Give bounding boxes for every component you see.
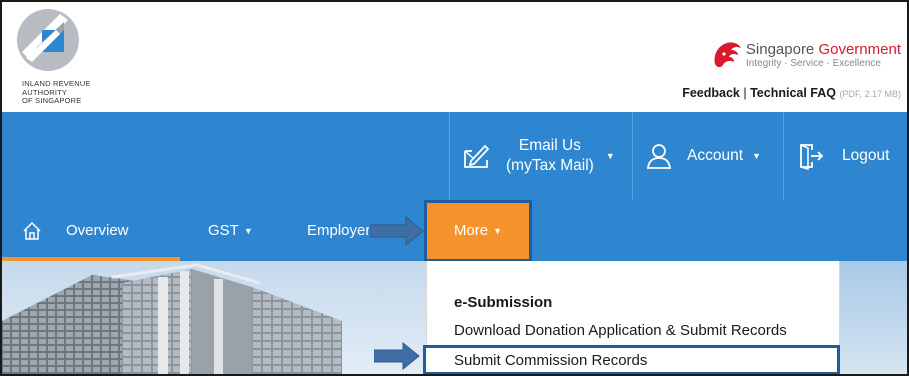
nav-overview-label: Overview [66, 222, 129, 239]
mail-edit-icon [464, 144, 490, 168]
banner-sky [840, 261, 907, 374]
singapore-government-logo[interactable]: Singapore Government Integrity · Service… [711, 42, 901, 70]
nav-employer[interactable]: Employer [307, 200, 369, 261]
nav-more[interactable]: More ▼ [426, 200, 530, 261]
nav-employer-label: Employer [307, 222, 369, 239]
submit-commission-records-link[interactable]: Submit Commission Records [423, 345, 840, 374]
submit-commission-records-label: Submit Commission Records [454, 352, 648, 369]
chevron-down-icon: ▼ [243, 225, 253, 236]
logout-button[interactable]: Logout [784, 112, 907, 200]
sg-gov-tagline: Integrity · Service · Excellence [745, 58, 881, 69]
logout-label: Logout [842, 147, 890, 164]
chevron-down-icon: ▼ [752, 151, 761, 161]
account-button[interactable]: Account ▼ [633, 112, 783, 200]
utility-bar: Email Us (myTax Mail) ▼ Account ▼ Logout [2, 112, 907, 200]
email-us-label: Email Us (myTax Mail) [506, 136, 594, 176]
account-label: Account [687, 147, 744, 164]
home-icon [23, 221, 41, 240]
browser-frame: INLAND REVENUE AUTHORITY OF SINGAPORE Si… [0, 0, 909, 376]
arrow-right-icon [370, 216, 424, 246]
building-image [2, 261, 426, 374]
nav-gst-label: GST [208, 222, 239, 239]
chevron-down-icon: ▼ [605, 151, 615, 161]
faq-file-note: (PDF, 2.17 MB) [839, 89, 901, 99]
main-navigation: Overview GST ▼ Employer More ▼ [2, 200, 907, 261]
iras-logo-icon[interactable] [16, 8, 80, 72]
email-us-line1: Email Us [518, 137, 581, 154]
sg-gov-title-part1: Singapore [745, 41, 819, 58]
nav-overview[interactable]: Overview [2, 200, 180, 261]
logout-icon [800, 144, 824, 170]
feedback-link[interactable]: Feedback [682, 86, 740, 100]
page-header: INLAND REVENUE AUTHORITY OF SINGAPORE Si… [2, 2, 907, 112]
lion-head-icon [714, 42, 741, 68]
link-separator: | [743, 86, 747, 100]
nav-more-label: More [453, 222, 489, 239]
email-us-button[interactable]: Email Us (myTax Mail) ▼ [450, 112, 632, 200]
iras-logo-line: OF SINGAPORE [22, 96, 82, 105]
technical-faq-link[interactable]: Technical FAQ [750, 86, 836, 100]
sg-gov-title-part2: Government [818, 41, 901, 58]
nav-gst[interactable]: GST ▼ [208, 200, 253, 261]
email-us-line2: (myTax Mail) [506, 157, 594, 174]
sg-gov-title: Singapore Government [746, 42, 901, 58]
arrow-right-icon [374, 342, 420, 370]
dropdown-section-heading: e-Submission [454, 294, 553, 311]
download-donation-link[interactable]: Download Donation Application & Submit R… [454, 322, 787, 339]
chevron-down-icon: ▼ [493, 225, 503, 236]
iras-logo-text: INLAND REVENUE AUTHORITY OF SINGAPORE [22, 79, 91, 106]
help-links: Feedback | Technical FAQ (PDF, 2.17 MB) [682, 86, 901, 100]
user-icon [646, 144, 672, 169]
